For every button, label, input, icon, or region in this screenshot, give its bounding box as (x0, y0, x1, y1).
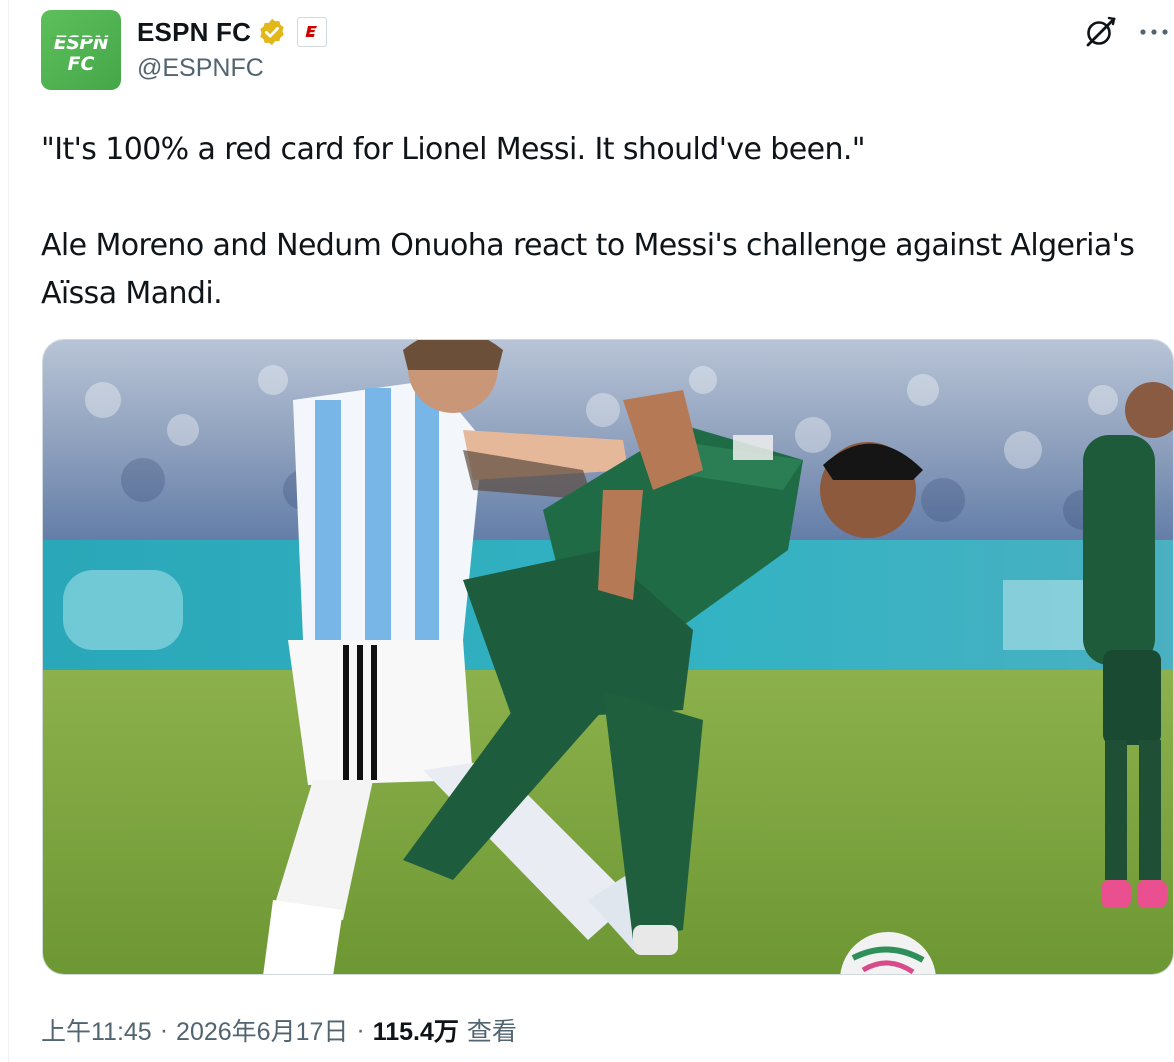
tweet-card: ESPN FC ESPN FC @ESPNFC "It's 100% a red… (0, 0, 1174, 1062)
avatar[interactable]: ESPN FC (41, 10, 121, 90)
meta-separator: · (159, 1015, 169, 1044)
tweet-time[interactable]: 上午11:45 (41, 1012, 152, 1048)
meta-separator: · (356, 1015, 365, 1044)
tweet-text: "It's 100% a red card for Lionel Messi. … (41, 132, 1135, 311)
display-name[interactable]: ESPN FC (137, 17, 251, 48)
more-icon (1140, 29, 1168, 35)
grok-icon (1086, 16, 1116, 47)
author-name-row: ESPN FC (137, 14, 328, 50)
grok-button[interactable] (1080, 12, 1120, 52)
affiliate-badge-icon[interactable] (297, 17, 328, 47)
verified-badge-icon[interactable] (257, 17, 287, 47)
divider (8, 0, 9, 1062)
match-photo (43, 340, 1173, 974)
views-label: 查看 (466, 1018, 517, 1046)
svg-text:FC: FC (68, 53, 95, 75)
more-options-button[interactable] (1136, 14, 1172, 50)
svg-text:ESPN: ESPN (54, 32, 109, 54)
tweet-meta: 上午11:45 · 2026年6月17日 · 115.4万 查看 (41, 1010, 517, 1050)
views-count[interactable]: 115.4万 (373, 1012, 459, 1048)
espn-fc-logo-icon: ESPN FC (51, 32, 111, 75)
tweet-photo[interactable] (42, 339, 1174, 975)
author-handle[interactable]: @ESPNFC (137, 54, 264, 83)
tweet-date[interactable]: 2026年6月17日 (176, 1012, 348, 1048)
